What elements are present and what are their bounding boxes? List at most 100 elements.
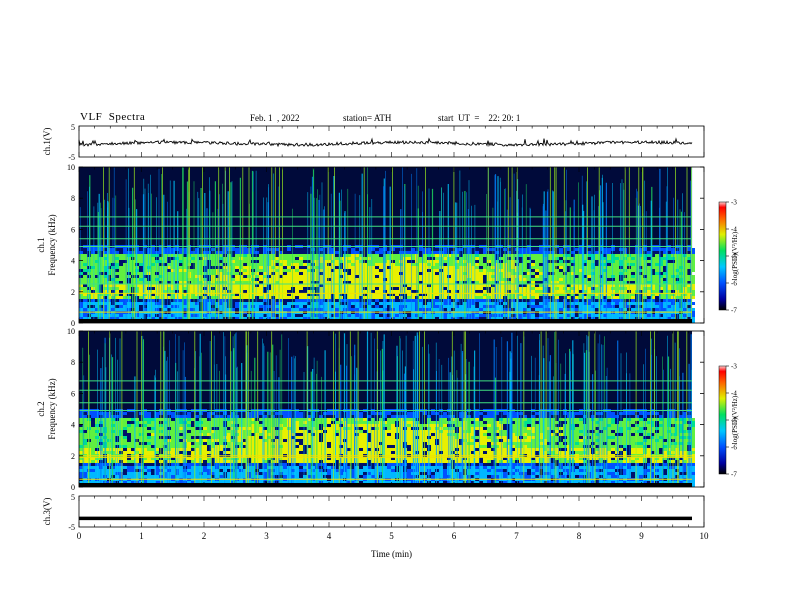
ch1-spectrogram-cell (299, 260, 303, 263)
ch1-spectrogram-cell (539, 266, 543, 269)
ch1-spectrogram-cell (555, 308, 559, 311)
ch1-spectrogram-cell (423, 263, 427, 266)
ch2-spectrogram-cell (607, 418, 611, 421)
ch2-spectrogram-cell (171, 445, 175, 448)
ch1-spectrogram-cell (283, 275, 287, 278)
ch1-spectrogram-cell (175, 263, 179, 266)
ch1-spectrogram-cell (511, 290, 515, 293)
ch1-spectrogram-cell (195, 257, 199, 260)
ch2-spectrogram-cell (179, 442, 183, 445)
ch2-spectrogram-cell (171, 415, 175, 418)
ch1-spectrogram-cell (539, 248, 543, 251)
ch2-spectrogram-cell (439, 436, 443, 439)
ch2-spectrogram-cell (479, 427, 483, 430)
ch1-spectrogram-cell (175, 308, 179, 311)
ch1-spectrogram-cell (479, 287, 483, 290)
ch1-spectrogram-cell (559, 278, 563, 281)
ch2-spectrogram-cell (319, 418, 323, 421)
ch2-spectrogram-cell (331, 433, 335, 436)
ch1-spectrogram-cell (291, 260, 295, 263)
ch2-spectrogram-cell (91, 436, 95, 439)
ch2-spectrogram-cell (503, 412, 507, 415)
ch2-spectrogram-cell (91, 433, 95, 436)
ch1-spectrogram-cell (607, 287, 611, 290)
ch1-spectrogram-cell (683, 290, 687, 293)
ch1-spectrogram-cell (303, 302, 307, 305)
ch1-spectrogram-ytick-label: 10 (67, 163, 75, 172)
ch1-spectrogram-cell (351, 308, 355, 311)
ch2-spectrogram-cell (87, 424, 91, 427)
ch1-spectrogram-cell (611, 302, 615, 305)
ch2-spectrogram-cell (639, 427, 643, 430)
ch1-spectrogram-cell (531, 296, 535, 299)
ch1-spectrogram-cell (299, 278, 303, 281)
ch2-spectrogram-cell (391, 415, 395, 418)
ch1-spectrogram-cell (375, 254, 379, 257)
ch1-spectrogram-cell (335, 260, 339, 263)
ch1-spectrogram-cell (231, 260, 235, 263)
ch2-spectrogram-cell (119, 445, 123, 448)
ch1-spectrogram-cell (119, 254, 123, 257)
ch1-spectrogram-cell (487, 254, 491, 257)
ch2-spectrogram-cell (431, 424, 435, 427)
ch1-spectrogram-cell (531, 290, 535, 293)
ch2-spectrogram-cell (431, 421, 435, 424)
ch2-spectrogram-cell (171, 412, 175, 415)
ch1-spectrogram-cell (191, 308, 195, 311)
ch1-spectrogram-cell (235, 248, 239, 251)
ch1-spectrogram-cell (647, 290, 651, 293)
ch1-spectrogram-cell (195, 278, 199, 281)
ch1-spectrogram-cell (379, 272, 383, 275)
ch2-spectrogram-cell (359, 436, 363, 439)
ch1-spectrogram-cell (423, 266, 427, 269)
ch1-spectrogram-cell (83, 302, 87, 305)
ch1-spectrogram-cell (555, 254, 559, 257)
ch2-spectrogram-cell (95, 421, 99, 424)
ch1-spectrogram-cell (683, 257, 687, 260)
ch2-spectrogram-cell (287, 412, 291, 415)
ch1-spectrogram-cell (379, 290, 383, 293)
ch1-spectrogram-cell (195, 254, 199, 257)
ch2-spectrogram-cell (527, 418, 531, 421)
ch1-spectrogram-cell (487, 266, 491, 269)
ch1-spectrogram-cell (355, 251, 359, 254)
ch1-spectrogram-cell (647, 302, 651, 305)
ch1-spectrogram-cell (395, 263, 399, 266)
ch1-spectrogram-cell (683, 305, 687, 308)
ch2-spectrogram-cell (147, 424, 151, 427)
ch1-spectrogram-cell (295, 299, 299, 302)
ch2-spectrogram-cell (627, 418, 631, 421)
ch1-spectrogram-cell (335, 257, 339, 260)
ch2-spectrogram-cell (631, 436, 635, 439)
ch1-spectrogram-ytick-label: 4 (71, 257, 75, 266)
ch1-spectrogram-cell (79, 254, 83, 257)
ch1-spectrogram-cell (295, 275, 299, 278)
ch1-spectrogram-cell (79, 296, 83, 299)
ch1-spectrogram-cell (611, 266, 615, 269)
ch1-spectrogram-cell (531, 263, 535, 266)
ch2-spectrogram-cell (483, 415, 487, 418)
ch2-spectrogram-cell (627, 424, 631, 427)
ch1-spectrogram-cell (655, 248, 659, 251)
ch1-spectrogram-cell (479, 275, 483, 278)
ch1-spectrogram-cell (375, 263, 379, 266)
ch2-spectrogram-cell (475, 421, 479, 424)
ch2-spectrogram-cell (179, 415, 183, 418)
ch1-spectrogram-cell (607, 290, 611, 293)
ch2-spectrogram-cell (407, 424, 411, 427)
ch1-waveform-line (78, 137, 693, 148)
ch1-spectrogram-colorbar-tick-label: -3 (731, 199, 737, 207)
ch2-spectrogram-cell (359, 430, 363, 433)
ch1-spectrogram-cell (475, 266, 479, 269)
ch1-spectrogram-cell (283, 290, 287, 293)
ch1-spectrogram-cell (531, 299, 535, 302)
ch1-spectrogram-cell (287, 260, 291, 263)
ch1-spectrogram-ylabel: Frequency (kHz) (47, 214, 57, 275)
ch1-spectrogram-cell (299, 269, 303, 272)
ch1-spectrogram-cell (511, 254, 515, 257)
ch1-spectrogram-cell (119, 314, 123, 317)
ch1-spectrogram-cell (379, 251, 383, 254)
ch1-spectrogram-cell (259, 302, 263, 305)
ch1-spectrogram-cell (683, 278, 687, 281)
ch1-spectrogram-cell (559, 308, 563, 311)
